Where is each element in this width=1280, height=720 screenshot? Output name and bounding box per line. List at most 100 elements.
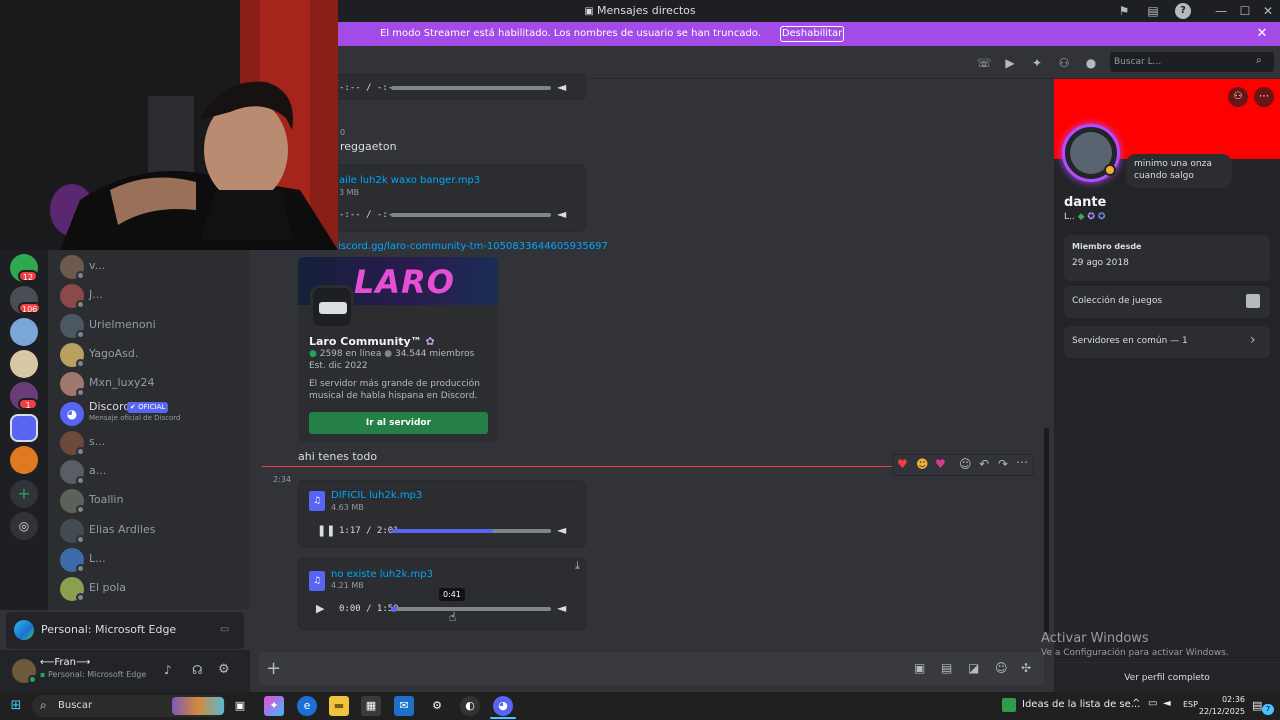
sticker-reaction-icon[interactable]: ♥ [935, 457, 946, 471]
dm-item[interactable]: s... [56, 429, 246, 457]
add-attachment-icon[interactable]: + [266, 658, 281, 679]
dm-item[interactable]: YagoAsd. [56, 341, 246, 369]
clock-time[interactable]: 02:36 [1203, 695, 1245, 704]
add-reaction-icon[interactable]: ☺ [959, 457, 972, 471]
taskbar-search[interactable]: ⌕ Buscar [32, 695, 226, 717]
notifications-icon[interactable]: ▤ [1252, 699, 1262, 712]
invite-description: El servidor más grande de producción mus… [309, 379, 481, 401]
member-since-section: Miembro desde 29 ago 2018 [1064, 235, 1270, 281]
emoji-reaction-icon[interactable]: ☻ [916, 457, 929, 471]
audio-scrub-handle[interactable] [391, 606, 397, 612]
copilot-icon[interactable]: ✦ [264, 696, 284, 716]
dm-item[interactable]: Elias Ardiles [56, 517, 246, 545]
heart-reaction-icon[interactable]: ♥ [897, 457, 908, 471]
emoji-icon[interactable]: ☺ [995, 661, 1008, 675]
scrollbar[interactable] [1044, 428, 1049, 634]
profile-panel: ⚇ ⋯ minimo una onza cuando salgo dante L… [1054, 79, 1280, 692]
add-friends-icon[interactable]: ⚇ [1056, 55, 1072, 71]
video-call-icon[interactable]: ▶ [1002, 55, 1018, 71]
close-window-button[interactable]: ✕ [1260, 3, 1276, 19]
server-icon[interactable] [10, 318, 38, 346]
more-options-icon[interactable]: ⋯ [1254, 87, 1274, 107]
search-box[interactable]: ⌕ [1110, 52, 1274, 72]
dm-item[interactable]: J... [56, 282, 246, 310]
audio-progress-track[interactable] [391, 607, 551, 611]
server-badge: 12 [18, 270, 38, 282]
dm-item[interactable]: Urielmenoni [56, 312, 246, 340]
obs-icon[interactable]: ◐ [460, 696, 480, 716]
nitro-badge-icon: ✪ [1087, 212, 1095, 222]
status-indicator [76, 476, 85, 486]
gear-icon[interactable]: ⚙ [218, 662, 230, 677]
sticker-icon[interactable]: ◪ [968, 661, 979, 675]
explore-icon[interactable]: ◎ [10, 512, 38, 540]
volume-tray-icon[interactable]: ◄ [1163, 698, 1171, 709]
store-icon[interactable]: ▦ [361, 696, 381, 716]
volume-icon[interactable]: ◄ [557, 207, 566, 221]
audio-progress[interactable] [391, 86, 551, 90]
task-view-icon[interactable]: ▣ [230, 696, 250, 716]
volume-icon[interactable]: ◄ [557, 601, 566, 615]
game-collection-row[interactable]: Colección de juegos [1064, 286, 1270, 318]
inbox-icon[interactable]: ▤ [1145, 3, 1161, 19]
discord-taskbar-icon[interactable]: ◕ [493, 696, 513, 716]
file-name-link[interactable]: aile luh2k waxo banger.mp3 [339, 175, 480, 186]
dm-name: El pola [89, 581, 127, 595]
edge-taskbar-icon[interactable]: e [297, 696, 317, 716]
more-icon[interactable]: ⋯ [1016, 455, 1028, 469]
message-composer[interactable]: + ▣ ▤ ◪ ☺ ✣ [258, 652, 1044, 686]
windows-start-icon[interactable]: ⊞ [6, 696, 26, 716]
file-name-link[interactable]: no existe luh2k.mp3 [331, 569, 433, 580]
dm-name: Toallin [89, 493, 124, 507]
view-full-profile-button[interactable]: Ver perfil completo [1054, 662, 1280, 692]
add-server-icon[interactable]: + [10, 480, 38, 508]
file-name-link[interactable]: DIFICIL luh2k.mp3 [331, 490, 422, 501]
server-icon[interactable] [10, 350, 38, 378]
audio-progress[interactable] [391, 213, 551, 217]
server-icon[interactable] [10, 414, 38, 442]
clock-date[interactable]: 22/12/2025 [1196, 707, 1245, 716]
inbox-flag-icon[interactable]: ⚑ [1116, 3, 1132, 19]
chevron-up-icon[interactable]: ^ [1132, 698, 1140, 709]
dm-item[interactable]: a... [56, 458, 246, 486]
add-friend-icon[interactable]: ⚇ [1228, 87, 1248, 107]
dm-item[interactable]: ◕ Discord ✔ OFICIAL Mensaje oficial de Disc… [56, 400, 246, 428]
outlook-icon[interactable]: ✉ [394, 696, 414, 716]
dm-item[interactable]: El pola [56, 575, 246, 603]
go-to-server-button[interactable]: Ir al servidor [309, 412, 488, 434]
dm-item[interactable]: v... [56, 253, 246, 281]
volume-icon[interactable]: ◄ [557, 523, 566, 537]
forward-icon[interactable]: ↷ [998, 457, 1008, 471]
search-input[interactable] [1114, 52, 1254, 72]
help-icon[interactable]: ? [1175, 3, 1191, 19]
download-icon[interactable]: ⤓ [575, 559, 580, 573]
mic-icon[interactable]: ♪ [164, 663, 172, 677]
dm-item[interactable]: L... [56, 546, 246, 574]
user-profile-icon[interactable]: ● [1083, 55, 1099, 71]
news-widget-text[interactable]: Ideas de la lista de se... [1022, 699, 1140, 710]
network-icon[interactable]: ▭ [1148, 698, 1157, 709]
voice-call-icon[interactable]: ☏ [976, 55, 992, 71]
disable-streamer-button[interactable]: Deshabilitar [780, 26, 844, 42]
volume-icon[interactable]: ◄ [557, 80, 566, 94]
settings-icon[interactable]: ⚙ [427, 696, 447, 716]
reply-icon[interactable]: ↶ [979, 457, 989, 471]
pin-icon[interactable]: ✦ [1029, 55, 1045, 71]
maximize-button[interactable]: ☐ [1237, 3, 1253, 19]
pause-icon[interactable]: ❚❚ [317, 524, 335, 537]
dm-item[interactable]: Mxn_luxy24 [56, 370, 246, 398]
mutual-servers-row[interactable]: Servidores en común — 1 › [1064, 326, 1270, 358]
headphones-icon[interactable]: ☊ [192, 663, 203, 677]
close-banner-icon[interactable]: ✕ [1254, 25, 1270, 43]
server-icon[interactable] [10, 446, 38, 474]
invite-link[interactable]: iscord.gg/laro-community-tm-105083364460… [338, 241, 608, 252]
activity-card[interactable]: Personal: Microsoft Edge ▭ [6, 612, 244, 649]
minimize-button[interactable]: — [1213, 3, 1229, 19]
gif-icon[interactable]: ▤ [941, 661, 952, 675]
dm-item[interactable]: Toallin [56, 487, 246, 515]
play-icon[interactable]: ▶ [316, 602, 324, 615]
gift-icon[interactable]: ▣ [914, 661, 925, 675]
file-explorer-icon[interactable]: ▬ [329, 696, 349, 716]
apps-icon[interactable]: ✣ [1021, 661, 1031, 675]
screen-icon[interactable]: ▭ [220, 624, 229, 635]
